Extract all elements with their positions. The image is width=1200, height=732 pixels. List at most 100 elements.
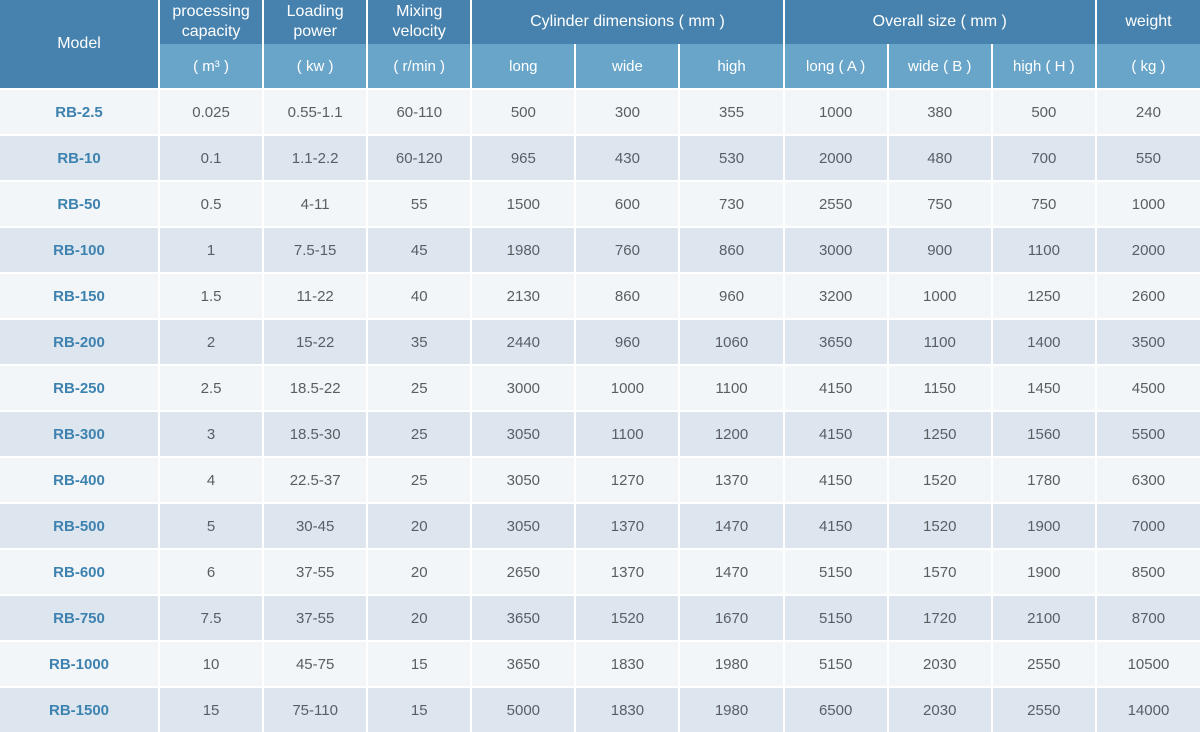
- value-cell: 5150: [782, 548, 888, 595]
- unit-weight: ( kg ): [1094, 44, 1200, 89]
- value-cell: 25: [366, 456, 472, 503]
- value-cell: 10: [157, 640, 264, 687]
- table-row: RB-10 0.1 1.1-2.2 60-120 965 430 530 2000 480 700…: [0, 134, 1200, 181]
- subcolumn-overall-long-a: long ( A ): [782, 44, 888, 89]
- value-cell: 15-22: [262, 318, 368, 365]
- value-cell: 37-55: [262, 594, 368, 641]
- value-cell: 2030: [886, 686, 992, 732]
- value-cell: 6500: [782, 686, 888, 732]
- value-cell: 3650: [470, 594, 576, 641]
- value-cell: 1450: [990, 364, 1096, 411]
- model-cell: RB-600: [0, 548, 159, 595]
- value-cell: 40: [366, 272, 472, 319]
- value-cell: 22.5-37: [262, 456, 368, 503]
- column-header-mixing-velocity: Mixing velocity: [366, 0, 472, 44]
- table-row: RB-600 6 37-55 20 2650 1370 1470 5150 1570 1900 85…: [0, 548, 1200, 595]
- value-cell: 1000: [574, 364, 680, 411]
- model-cell: RB-500: [0, 502, 159, 549]
- model-cell: RB-200: [0, 318, 159, 365]
- value-cell: 55: [366, 180, 472, 227]
- value-cell: 1670: [678, 594, 784, 641]
- table-body: RB-2.5 0.025 0.55-1.1 60-110 500 300 355 1000 38…: [0, 88, 1200, 732]
- value-cell: 2600: [1094, 272, 1200, 319]
- value-cell: 5000: [470, 686, 576, 732]
- value-cell: 960: [574, 318, 680, 365]
- value-cell: 20: [366, 594, 472, 641]
- model-cell: RB-250: [0, 364, 159, 411]
- value-cell: 430: [574, 134, 680, 181]
- value-cell: 15: [366, 640, 472, 687]
- value-cell: 1830: [574, 686, 680, 732]
- value-cell: 20: [366, 548, 472, 595]
- column-header-loading-power: Loading power: [262, 0, 368, 44]
- model-cell: RB-150: [0, 272, 159, 319]
- value-cell: 1560: [990, 410, 1096, 457]
- table-row: RB-1500 15 75-110 15 5000 1830 1980 6500 2030 255…: [0, 686, 1200, 732]
- value-cell: 2000: [782, 134, 888, 181]
- value-cell: 4150: [782, 364, 888, 411]
- value-cell: 2: [157, 318, 264, 365]
- table-row: RB-50 0.5 4-11 55 1500 600 730 2550 750 750 1000: [0, 180, 1200, 227]
- value-cell: 75-110: [262, 686, 368, 732]
- value-cell: 7.5-15: [262, 226, 368, 273]
- value-cell: 1980: [678, 686, 784, 732]
- spec-table: Model processing capacity Loading power …: [0, 0, 1200, 732]
- table-row: RB-250 2.5 18.5-22 25 3000 1000 1100 4150 1150 14…: [0, 364, 1200, 411]
- value-cell: 530: [678, 134, 784, 181]
- value-cell: 3050: [470, 456, 576, 503]
- subcolumn-cylinder-wide: wide: [574, 44, 680, 89]
- value-cell: 0.5: [157, 180, 264, 227]
- unit-loading-power: ( kw ): [262, 44, 368, 89]
- table-row: RB-2.5 0.025 0.55-1.1 60-110 500 300 355 1000 38…: [0, 88, 1200, 135]
- value-cell: 4500: [1094, 364, 1200, 411]
- subcolumn-overall-wide-b: wide ( B ): [886, 44, 992, 89]
- value-cell: 5150: [782, 594, 888, 641]
- value-cell: 750: [990, 180, 1096, 227]
- value-cell: 25: [366, 364, 472, 411]
- value-cell: 5150: [782, 640, 888, 687]
- value-cell: 25: [366, 410, 472, 457]
- column-header-model: Model: [0, 0, 159, 89]
- value-cell: 1100: [990, 226, 1096, 273]
- value-cell: 380: [886, 88, 992, 135]
- table-row: RB-1000 10 45-75 15 3650 1830 1980 5150 2030 2550…: [0, 640, 1200, 687]
- table-row: RB-500 5 30-45 20 3050 1370 1470 4150 1520 1900 70…: [0, 502, 1200, 549]
- value-cell: 1370: [574, 548, 680, 595]
- value-cell: 1980: [678, 640, 784, 687]
- value-cell: 900: [886, 226, 992, 273]
- value-cell: 1570: [886, 548, 992, 595]
- value-cell: 1.1-2.2: [262, 134, 368, 181]
- value-cell: 5500: [1094, 410, 1200, 457]
- value-cell: 6: [157, 548, 264, 595]
- value-cell: 1520: [886, 456, 992, 503]
- value-cell: 480: [886, 134, 992, 181]
- value-cell: 3050: [470, 410, 576, 457]
- table-row: RB-750 7.5 37-55 20 3650 1520 1670 5150 1720 2100…: [0, 594, 1200, 641]
- value-cell: 2130: [470, 272, 576, 319]
- value-cell: 35: [366, 318, 472, 365]
- value-cell: 1900: [990, 548, 1096, 595]
- value-cell: 30-45: [262, 502, 368, 549]
- value-cell: 6300: [1094, 456, 1200, 503]
- value-cell: 37-55: [262, 548, 368, 595]
- column-group-cylinder-dimensions: Cylinder dimensions ( mm ): [470, 0, 784, 44]
- value-cell: 3200: [782, 272, 888, 319]
- value-cell: 1.5: [157, 272, 264, 319]
- value-cell: 2550: [782, 180, 888, 227]
- value-cell: 1520: [886, 502, 992, 549]
- value-cell: 1100: [886, 318, 992, 365]
- value-cell: 1270: [574, 456, 680, 503]
- value-cell: 45-75: [262, 640, 368, 687]
- unit-processing-capacity: ( m³ ): [157, 44, 264, 89]
- value-cell: 3650: [782, 318, 888, 365]
- value-cell: 4150: [782, 410, 888, 457]
- value-cell: 1150: [886, 364, 992, 411]
- value-cell: 4: [157, 456, 264, 503]
- value-cell: 3500: [1094, 318, 1200, 365]
- value-cell: 45: [366, 226, 472, 273]
- value-cell: 1000: [886, 272, 992, 319]
- value-cell: 1780: [990, 456, 1096, 503]
- model-cell: RB-300: [0, 410, 159, 457]
- header-row-units: ( m³ ) ( kw ) ( r/min ) long wide high l…: [0, 44, 1200, 89]
- value-cell: 1200: [678, 410, 784, 457]
